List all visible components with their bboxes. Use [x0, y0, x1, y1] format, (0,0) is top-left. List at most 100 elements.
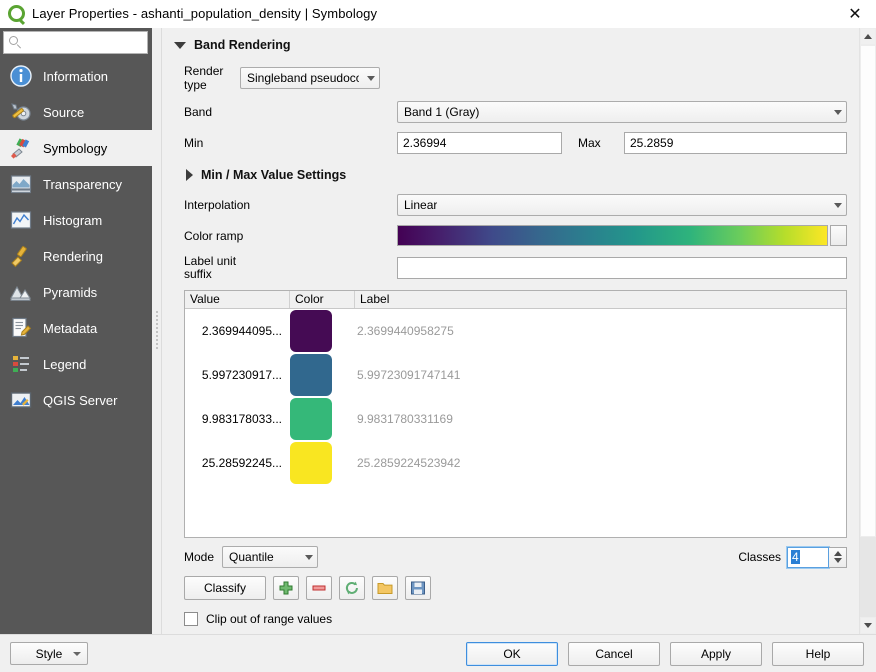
scroll-down-button[interactable]	[860, 617, 876, 634]
sidebar-item-transparency[interactable]: Transparency	[0, 166, 152, 202]
color-swatch[interactable]	[290, 398, 332, 440]
close-icon[interactable]: ✕	[834, 0, 876, 28]
cell-color[interactable]	[290, 398, 355, 440]
interpolation-row: Interpolation Linear	[172, 194, 847, 216]
table-row[interactable]: 5.997230917... 5.99723091747141	[185, 353, 846, 397]
content-wrap: Band Rendering Render type Singleband ps…	[162, 28, 876, 634]
sidebar-item-label: Metadata	[43, 320, 98, 336]
min-max-value-settings-header[interactable]: Min / Max Value Settings	[186, 168, 847, 182]
save-color-map-button[interactable]	[405, 576, 431, 600]
cell-value[interactable]: 25.28592245...	[185, 456, 290, 470]
min-max-row: Min 2.36994 Max 25.2859	[172, 132, 847, 154]
table-row[interactable]: 25.28592245... 25.2859224523942	[185, 441, 846, 485]
stepper-down-icon[interactable]	[833, 558, 842, 563]
symbology-panel: Band Rendering Render type Singleband ps…	[162, 28, 859, 634]
cell-label[interactable]: 2.3699440958275	[355, 324, 846, 338]
clip-out-of-range-row[interactable]: Clip out of range values	[184, 612, 847, 626]
cell-label[interactable]: 9.9831780331169	[355, 412, 846, 426]
min-input[interactable]: 2.36994	[397, 132, 562, 154]
sidebar-item-label: Legend	[43, 356, 87, 372]
style-button-label: Style	[35, 646, 63, 661]
folder-icon	[377, 580, 393, 596]
sidebar-item-histogram[interactable]: Histogram	[0, 202, 152, 238]
scrollbar-track[interactable]	[860, 45, 876, 617]
band-rendering-section-header[interactable]: Band Rendering	[174, 38, 847, 52]
classes-input[interactable]: 4	[786, 545, 830, 569]
cancel-button[interactable]: Cancel	[568, 641, 660, 666]
column-header-color[interactable]: Color	[290, 291, 355, 308]
layer-properties-dialog: Layer Properties - ashanti_population_de…	[0, 0, 876, 672]
table-row[interactable]: 2.369944095... 2.3699440958275	[185, 309, 846, 353]
sidebar-item-label: Information	[43, 68, 109, 84]
sidebar-item-pyramids[interactable]: Pyramids	[0, 274, 152, 310]
scroll-up-button[interactable]	[860, 28, 876, 45]
cell-value[interactable]: 2.369944095...	[185, 324, 290, 338]
sidebar-item-symbology[interactable]: Symbology	[0, 130, 152, 166]
search-box[interactable]	[3, 31, 148, 54]
sidebar-item-metadata[interactable]: Metadata	[0, 310, 152, 346]
cell-color[interactable]	[290, 354, 355, 396]
chevron-down-icon	[305, 554, 314, 560]
label-unit-suffix-row: Label unit suffix	[172, 255, 847, 281]
color-swatch[interactable]	[290, 310, 332, 352]
color-swatch[interactable]	[290, 354, 332, 396]
scrollbar-thumb[interactable]	[860, 45, 876, 537]
max-input[interactable]: 25.2859	[624, 132, 847, 154]
table-row[interactable]: 9.983178033... 9.9831780331169	[185, 397, 846, 441]
cell-label[interactable]: 25.2859224523942	[355, 456, 846, 470]
scrollbar-lower-track[interactable]	[860, 536, 876, 617]
sidebar-item-information[interactable]: Information	[0, 58, 152, 94]
band-label: Band	[184, 105, 213, 119]
sidebar-item-label: Pyramids	[43, 284, 98, 300]
column-header-value[interactable]: Value	[185, 291, 290, 308]
classify-button[interactable]: Classify	[184, 576, 266, 600]
style-button[interactable]: Style	[10, 642, 88, 665]
chevron-right-icon	[186, 169, 193, 181]
ok-button[interactable]: OK	[466, 641, 558, 666]
color-ramp-preview[interactable]	[397, 225, 828, 246]
cell-label[interactable]: 5.99723091747141	[355, 368, 846, 382]
color-ramp-label: Color ramp	[184, 228, 244, 243]
apply-button[interactable]: Apply	[670, 641, 762, 666]
stepper-up-icon[interactable]	[833, 551, 842, 556]
sidebar-item-legend[interactable]: Legend	[0, 346, 152, 382]
max-label: Max	[578, 136, 601, 150]
search-input[interactable]	[24, 34, 142, 51]
chevron-down-icon	[864, 623, 872, 628]
interpolation-combo[interactable]: Linear	[397, 194, 847, 216]
qgis-server-icon	[8, 387, 34, 413]
sidebar-item-label: Histogram	[43, 212, 103, 228]
add-class-button[interactable]	[273, 576, 299, 600]
content-scrollbar[interactable]	[859, 28, 876, 634]
sidebar-item-qgis-server[interactable]: QGIS Server	[0, 382, 152, 418]
cell-value[interactable]: 9.983178033...	[185, 412, 290, 426]
table-body: 2.369944095... 2.3699440958275 5.9972309…	[185, 309, 846, 537]
histogram-icon	[8, 207, 34, 233]
cell-color[interactable]	[290, 442, 355, 484]
load-color-map-button[interactable]	[372, 576, 398, 600]
sidebar-item-label: Symbology	[43, 140, 108, 156]
column-header-label[interactable]: Label	[355, 291, 846, 308]
label-unit-suffix-input[interactable]	[397, 257, 847, 279]
clip-out-of-range-checkbox[interactable]	[184, 612, 198, 626]
remove-class-button[interactable]	[306, 576, 332, 600]
mode-combo[interactable]: Quantile	[222, 546, 319, 568]
cell-value[interactable]: 5.997230917...	[185, 368, 290, 382]
dialog-button-group: OK Cancel Apply Help	[466, 641, 864, 666]
color-swatch[interactable]	[290, 442, 332, 484]
render-type-label: Render type	[184, 64, 224, 92]
sidebar-splitter[interactable]	[152, 28, 162, 634]
pyramids-icon	[8, 279, 34, 305]
chevron-down-icon	[834, 202, 842, 208]
render-type-combo[interactable]: Singleband pseudocolor	[240, 67, 380, 89]
classes-stepper[interactable]	[829, 546, 847, 568]
help-button[interactable]: Help	[772, 641, 864, 666]
color-ramp-dropdown-button[interactable]	[830, 225, 847, 246]
sort-classes-button[interactable]	[339, 576, 365, 600]
chevron-down-icon	[834, 109, 842, 115]
sidebar-item-rendering[interactable]: Rendering	[0, 238, 152, 274]
band-combo[interactable]: Band 1 (Gray)	[397, 101, 847, 123]
sidebar-item-source[interactable]: Source	[0, 94, 152, 130]
information-icon	[8, 63, 34, 89]
cell-color[interactable]	[290, 310, 355, 352]
